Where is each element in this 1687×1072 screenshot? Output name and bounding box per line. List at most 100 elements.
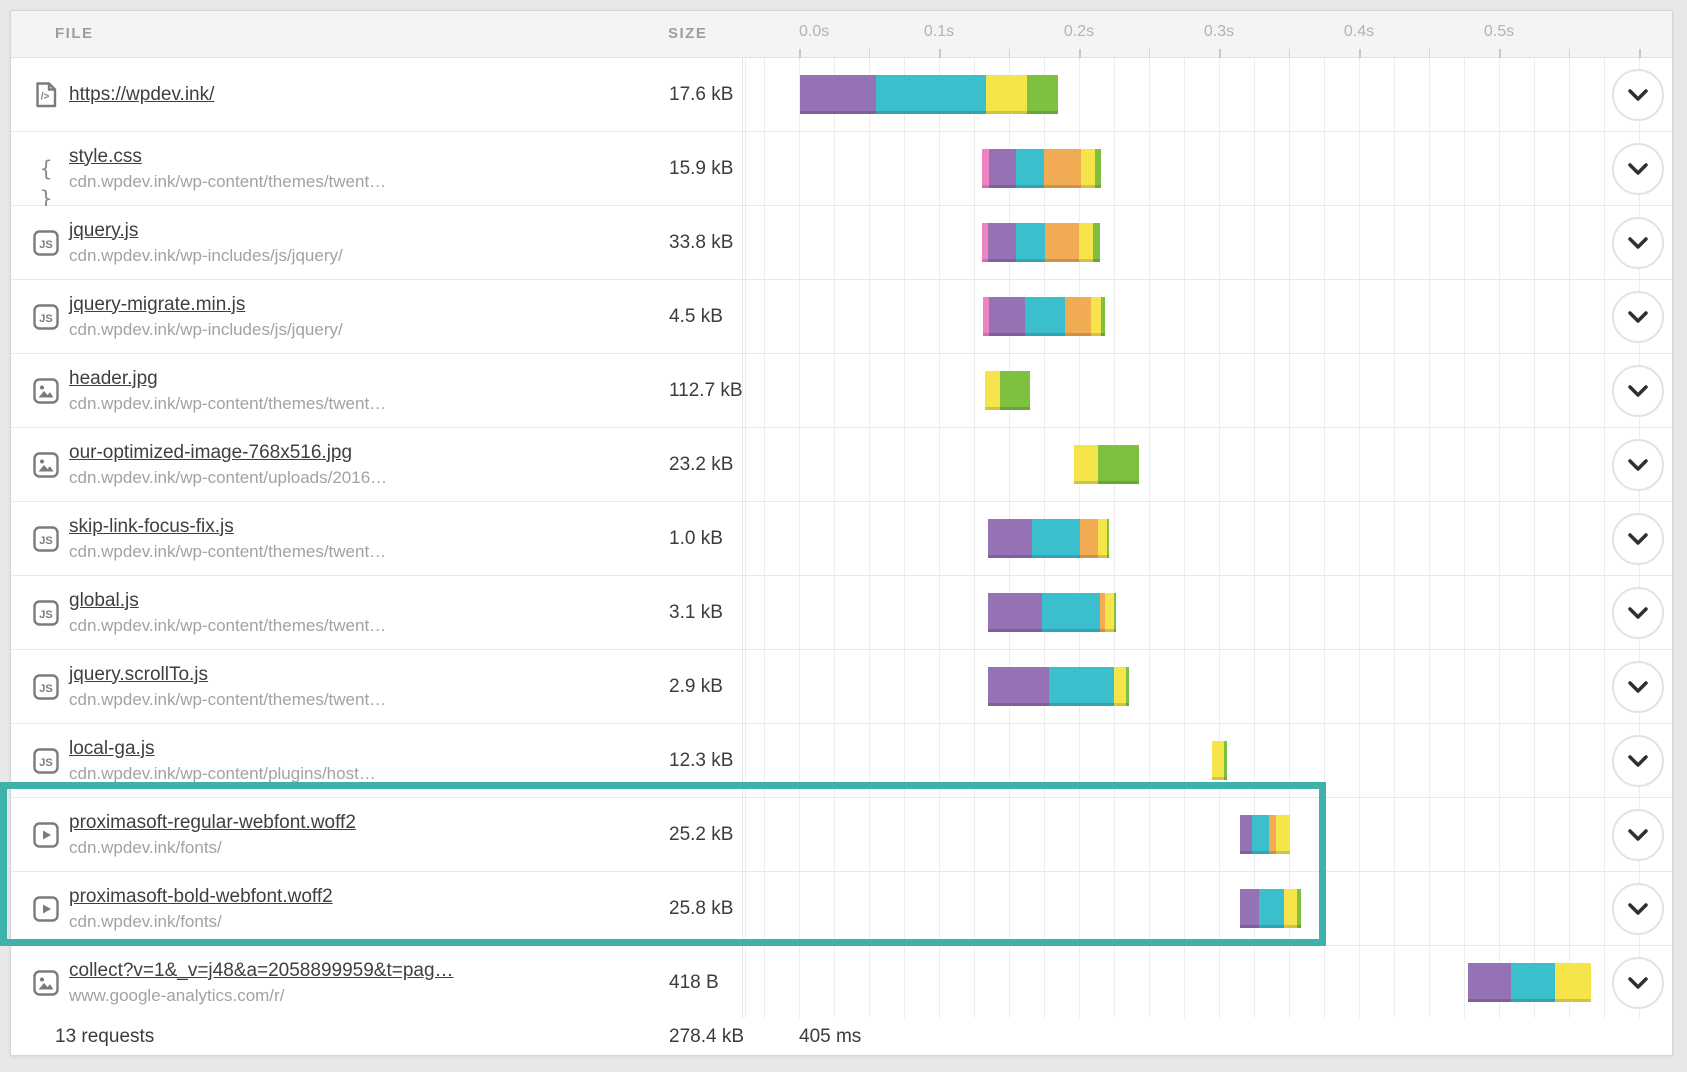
- file-size: 17.6 kB: [669, 84, 733, 106]
- table-row: collect?v=1&_v=j48&a=2058899959&t=pag… w…: [11, 946, 1672, 1020]
- axis-major-tick: [799, 49, 801, 58]
- axis-minor-tick: [1289, 49, 1290, 58]
- waterfall-bar: [988, 667, 1129, 706]
- axis-tick-label: 0.3s: [1204, 23, 1234, 41]
- bar-segment-purple: [988, 519, 1033, 558]
- waterfall-bar: [800, 75, 1058, 114]
- file-link[interactable]: our-optimized-image-768x516.jpg: [69, 441, 387, 465]
- js-file-icon: JS: [31, 302, 61, 332]
- axis-major-tick: [1639, 49, 1641, 58]
- expand-row-button[interactable]: [1612, 217, 1664, 269]
- file-url: cdn.wpdev.ink/fonts/: [69, 911, 333, 933]
- expand-row-button[interactable]: [1612, 69, 1664, 121]
- js-file-icon: JS: [31, 524, 61, 554]
- chevron-down-icon: [1625, 749, 1651, 773]
- expand-row-button[interactable]: [1612, 291, 1664, 343]
- file-link[interactable]: collect?v=1&_v=j48&a=2058899959&t=pag…: [69, 959, 454, 983]
- file-link[interactable]: skip-link-focus-fix.js: [69, 515, 386, 539]
- axis-major-tick: [1079, 49, 1081, 58]
- bar-segment-teal: [1032, 519, 1080, 558]
- table-row: proximasoft-regular-webfont.woff2 cdn.wp…: [11, 798, 1672, 872]
- timeline-cell: [742, 428, 1672, 501]
- bar-segment-yellow: [1091, 297, 1101, 336]
- bar-segment-teal: [1025, 297, 1064, 336]
- file-size: 25.8 kB: [669, 898, 733, 920]
- bar-segment-green: [1093, 223, 1100, 262]
- file-size: 15.9 kB: [669, 158, 733, 180]
- chevron-down-icon: [1625, 527, 1651, 551]
- bar-segment-purple: [1468, 963, 1511, 1002]
- bar-segment-green: [1114, 593, 1117, 632]
- file-link[interactable]: style.css: [69, 145, 386, 169]
- axis-major-tick: [1499, 49, 1501, 58]
- timeline-cell: [742, 650, 1672, 723]
- expand-row-button[interactable]: [1612, 513, 1664, 565]
- file-url: cdn.wpdev.ink/wp-content/themes/twent…: [69, 615, 386, 637]
- table-row: JS global.js cdn.wpdev.ink/wp-content/th…: [11, 576, 1672, 650]
- timeline-cell: [742, 872, 1672, 945]
- timeline-cell: [742, 724, 1672, 797]
- file-link[interactable]: jquery-migrate.min.js: [69, 293, 343, 317]
- image-file-icon: [31, 376, 61, 406]
- axis-major-tick: [939, 49, 941, 58]
- file-link[interactable]: header.jpg: [69, 367, 386, 391]
- axis-major-tick: [1219, 49, 1221, 58]
- chevron-down-icon: [1625, 453, 1651, 477]
- expand-row-button[interactable]: [1612, 587, 1664, 639]
- bar-segment-yellow: [1079, 223, 1093, 262]
- file-link[interactable]: global.js: [69, 589, 386, 613]
- bar-segment-purple: [1240, 815, 1253, 854]
- table-row: JS jquery-migrate.min.js cdn.wpdev.ink/w…: [11, 280, 1672, 354]
- expand-row-button[interactable]: [1612, 957, 1664, 1009]
- table-row: /> https://wpdev.ink/ 17.6 kB: [11, 58, 1672, 132]
- chevron-down-icon: [1625, 305, 1651, 329]
- bar-segment-teal: [1259, 889, 1284, 928]
- axis-minor-tick: [1569, 49, 1570, 58]
- file-link[interactable]: proximasoft-regular-webfont.woff2: [69, 811, 356, 835]
- expand-row-button[interactable]: [1612, 809, 1664, 861]
- bar-segment-green: [1095, 149, 1101, 188]
- svg-text:JS: JS: [39, 683, 52, 695]
- bar-segment-green: [1027, 75, 1058, 114]
- waterfall-bar: [1212, 741, 1227, 780]
- expand-row-button[interactable]: [1612, 883, 1664, 935]
- bar-segment-purple: [800, 75, 876, 114]
- request-count: 13 requests: [55, 1026, 154, 1048]
- image-file-icon: [31, 450, 61, 480]
- expand-row-button[interactable]: [1612, 439, 1664, 491]
- expand-row-button[interactable]: [1612, 735, 1664, 787]
- expand-row-button[interactable]: [1612, 365, 1664, 417]
- file-url: cdn.wpdev.ink/wp-content/themes/twent…: [69, 541, 386, 563]
- bar-segment-teal: [1016, 223, 1045, 262]
- file-link[interactable]: https://wpdev.ink/: [69, 83, 214, 107]
- timeline-cell: [742, 798, 1672, 871]
- bar-segment-green: [1107, 519, 1110, 558]
- file-link[interactable]: jquery.scrollTo.js: [69, 663, 386, 687]
- bar-segment-teal: [1511, 963, 1554, 1002]
- file-link[interactable]: proximasoft-bold-webfont.woff2: [69, 885, 333, 909]
- waterfall-bar: [1240, 815, 1290, 854]
- js-file-icon: JS: [31, 746, 61, 776]
- bar-segment-yellow: [1105, 593, 1113, 632]
- axis-minor-tick: [1429, 49, 1430, 58]
- table-row: header.jpg cdn.wpdev.ink/wp-content/them…: [11, 354, 1672, 428]
- axis-tick-label: 0.0s: [799, 23, 829, 41]
- bar-segment-orange: [1269, 815, 1276, 854]
- file-link[interactable]: jquery.js: [69, 219, 343, 243]
- file-url: cdn.wpdev.ink/wp-content/themes/twent…: [69, 171, 386, 193]
- bar-segment-green: [1000, 371, 1029, 410]
- bar-segment-yellow: [985, 371, 1000, 410]
- file-url: cdn.wpdev.ink/wp-content/themes/twent…: [69, 689, 386, 711]
- bar-segment-purple: [989, 297, 1025, 336]
- waterfall-bar: [982, 223, 1100, 262]
- html-file-icon: />: [31, 80, 61, 110]
- waterfall-bar: [982, 149, 1101, 188]
- bar-segment-teal: [1049, 667, 1113, 706]
- expand-row-button[interactable]: [1612, 661, 1664, 713]
- svg-text:JS: JS: [39, 757, 52, 769]
- expand-row-button[interactable]: [1612, 143, 1664, 195]
- file-link[interactable]: local-ga.js: [69, 737, 376, 761]
- font-file-icon: [31, 820, 61, 850]
- file-size: 23.2 kB: [669, 454, 733, 476]
- file-size: 25.2 kB: [669, 824, 733, 846]
